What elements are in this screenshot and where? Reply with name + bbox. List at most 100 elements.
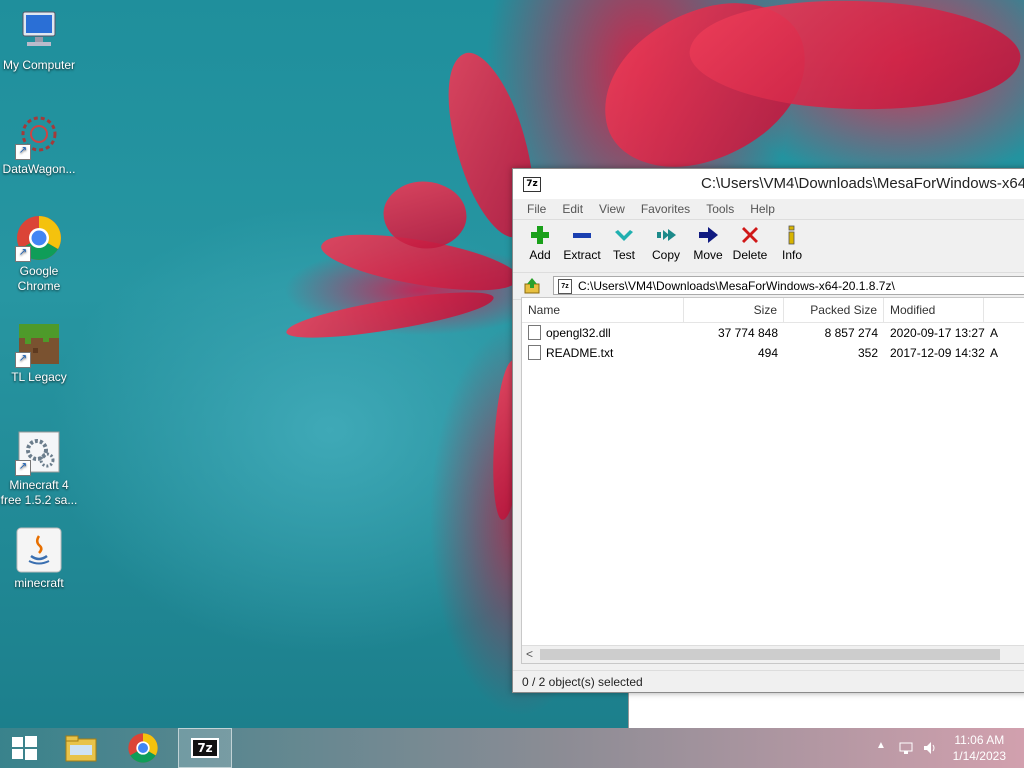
status-bar: 0 / 2 object(s) selected — [513, 670, 1024, 692]
address-bar[interactable]: 7z C:\Users\VM4\Downloads\MesaForWindows… — [553, 276, 1024, 295]
file-packed-size: 8 857 274 — [824, 326, 878, 340]
7zip-archive-icon: 7z — [558, 279, 572, 294]
7zip-icon: 7z — [191, 738, 219, 758]
horizontal-scrollbar[interactable]: < — [522, 645, 1024, 663]
info-icon — [788, 225, 795, 245]
text-file-icon — [528, 345, 541, 361]
column-headers: Name Size Packed Size Modified — [522, 298, 1024, 323]
file-row[interactable]: opengl32.dll 37 774 848 8 857 274 2020-0… — [522, 323, 1024, 343]
scrollbar-thumb[interactable] — [540, 649, 1000, 660]
minus-icon — [573, 233, 591, 238]
shortcut-arrow-icon: ↗ — [15, 460, 31, 476]
copy-button[interactable]: Copy — [645, 220, 687, 272]
arrow-right-icon — [699, 227, 718, 243]
taskbar-7zip[interactable]: 7z — [178, 728, 232, 768]
file-size: 494 — [757, 346, 778, 360]
file-attributes: A — [990, 346, 999, 360]
menu-bar: File Edit View Favorites Tools Help — [513, 199, 1024, 220]
add-button-label: Add — [529, 248, 551, 262]
file-row[interactable]: README.txt 494 352 2017-12-09 14:32 A — [522, 343, 1024, 363]
clock-time: 11:06 AM — [954, 733, 1005, 747]
desktop-icon-datawagon[interactable]: ↗ DataWagon... — [0, 112, 78, 177]
clock-date: 1/14/2023 — [952, 749, 1006, 763]
file-modified: 2020-09-17 13:27 — [890, 326, 985, 340]
address-row: 7z C:\Users\VM4\Downloads\MesaForWindows… — [513, 273, 1024, 300]
file-name-cell: opengl32.dll — [522, 323, 684, 343]
desktop-icon-google-chrome[interactable]: ↗ Google Chrome — [0, 214, 78, 294]
test-button[interactable]: Test — [603, 220, 645, 272]
desktop-icon-label: My Computer — [2, 58, 76, 72]
column-header-modified[interactable]: Modified — [884, 298, 984, 322]
file-size: 37 774 848 — [717, 326, 778, 340]
shortcut-arrow-icon: ↗ — [15, 246, 31, 262]
start-button[interactable] — [0, 728, 48, 768]
toolbar: Add Extract Test Copy Move Delete Info — [513, 220, 1024, 273]
delete-button[interactable]: Delete — [729, 220, 771, 272]
network-icon[interactable] — [898, 740, 914, 756]
test-button-label: Test — [612, 248, 635, 262]
add-button[interactable]: Add — [519, 220, 561, 272]
shortcut-arrow-icon: ↗ — [15, 144, 31, 160]
check-icon — [615, 230, 633, 241]
7zip-app-icon[interactable]: 7z — [523, 177, 541, 192]
menu-tools[interactable]: Tools — [698, 199, 742, 219]
move-button[interactable]: Move — [687, 220, 729, 272]
file-modified: 2017-12-09 14:32 — [890, 346, 985, 360]
window-title: C:\Users\VM4\Downloads\MesaForWindows-x6… — [701, 175, 1024, 192]
chrome-icon: ↗ — [15, 214, 63, 262]
desktop-icon-label: Google Chrome — [17, 264, 61, 293]
dll-file-icon — [528, 325, 541, 341]
delete-button-label: Delete — [732, 248, 768, 262]
desktop-icon-tl-legacy[interactable]: ↗ TL Legacy — [0, 320, 78, 385]
menu-favorites[interactable]: Favorites — [633, 199, 698, 219]
menu-edit[interactable]: Edit — [554, 199, 591, 219]
taskbar-chrome[interactable] — [120, 728, 166, 768]
desktop-icon-label: Minecraft 4 free 1.5.2 sa... — [0, 478, 78, 507]
scroll-left-arrow-icon[interactable]: < — [526, 646, 533, 663]
file-packed-size: 352 — [857, 346, 878, 360]
column-header-size[interactable]: Size — [684, 298, 784, 322]
menu-file[interactable]: File — [519, 199, 554, 219]
desktop-icon-my-computer[interactable]: My Computer — [0, 8, 78, 73]
column-header-packed-size[interactable]: Packed Size — [784, 298, 884, 322]
copy-button-label: Copy — [651, 248, 680, 262]
file-name-cell: README.txt — [522, 343, 684, 363]
desktop-icon-label: TL Legacy — [11, 370, 67, 384]
show-hidden-icons-icon[interactable]: ▲ — [876, 740, 886, 751]
7zip-file-manager-window[interactable]: 7z C:\Users\VM4\Downloads\MesaForWindows… — [512, 168, 1024, 693]
datawagon-icon: ↗ — [15, 112, 63, 160]
system-clock[interactable]: 11:06 AM 1/14/2023 — [953, 732, 1006, 764]
menu-help[interactable]: Help — [742, 199, 783, 219]
gears-icon: ↗ — [15, 428, 63, 476]
shortcut-arrow-icon: ↗ — [15, 352, 31, 368]
column-header-more[interactable] — [984, 298, 1024, 322]
taskbar: 7z ▲ 11:06 AM 1/14/2023 — [0, 728, 1024, 768]
java-icon — [15, 526, 63, 574]
file-name: README.txt — [546, 346, 614, 360]
file-list[interactable]: Name Size Packed Size Modified opengl32.… — [521, 297, 1024, 664]
chrome-icon — [128, 733, 158, 763]
extract-button-label: Extract — [563, 248, 601, 262]
move-button-label: Move — [693, 248, 723, 262]
x-icon — [742, 227, 758, 243]
up-folder-icon[interactable] — [523, 277, 541, 295]
column-header-name[interactable]: Name — [522, 298, 684, 322]
menu-view[interactable]: View — [591, 199, 633, 219]
extract-button[interactable]: Extract — [561, 220, 603, 272]
volume-icon[interactable] — [922, 740, 938, 756]
desktop-icon-label: DataWagon... — [2, 162, 76, 176]
selection-status: 0 / 2 object(s) selected — [522, 675, 643, 689]
file-name: opengl32.dll — [546, 326, 611, 340]
desktop-icon-label: minecraft — [14, 576, 64, 590]
taskbar-file-explorer[interactable] — [58, 728, 104, 768]
address-path: C:\Users\VM4\Downloads\MesaForWindows-x6… — [578, 279, 895, 293]
flower-petal — [283, 285, 497, 345]
title-bar[interactable]: 7z C:\Users\VM4\Downloads\MesaForWindows… — [513, 169, 1024, 199]
plus-icon — [531, 226, 549, 244]
info-button[interactable]: Info — [771, 220, 813, 272]
file-attributes: A — [990, 326, 999, 340]
background-window-edge — [628, 691, 1024, 728]
desktop-icon-minecraft-4-free[interactable]: ↗ Minecraft 4 free 1.5.2 sa... — [0, 428, 78, 508]
desktop-icon-minecraft[interactable]: minecraft — [0, 526, 78, 591]
windows-logo-icon — [12, 736, 37, 760]
